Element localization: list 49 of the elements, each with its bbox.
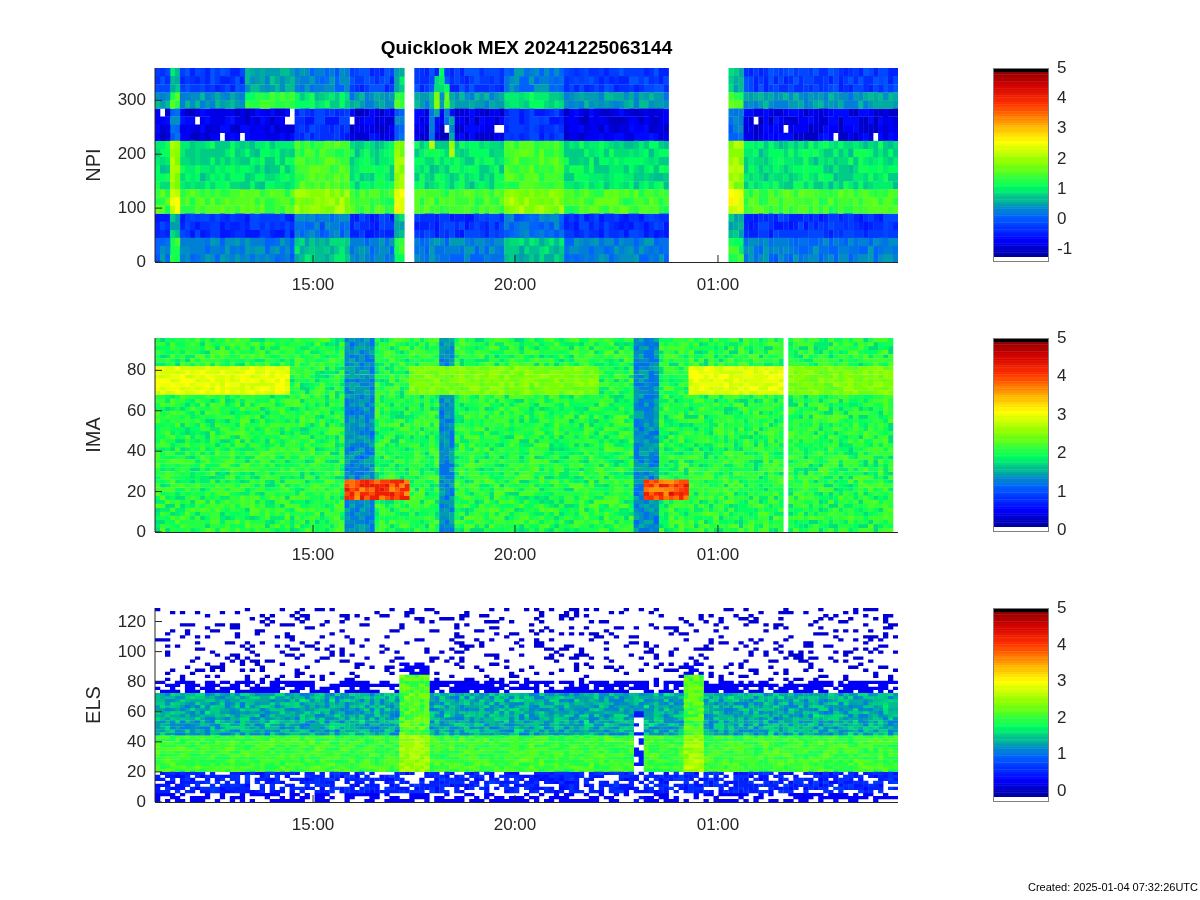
y-tick-label: 300 bbox=[117, 91, 146, 110]
y-tick-label: 80 bbox=[127, 361, 146, 380]
y-axis-label: ELS bbox=[82, 686, 104, 724]
x-tick-label: 20:00 bbox=[493, 276, 537, 294]
colorbar-tick-label: 5 bbox=[1057, 599, 1067, 617]
colorbar-tick-label: 0 bbox=[1057, 521, 1067, 540]
y-axis-label: NPI bbox=[82, 148, 104, 182]
y-tick-label: 20 bbox=[127, 762, 146, 781]
colorbar-tick-label: 2 bbox=[1057, 708, 1067, 727]
x-tick-label: 20:00 bbox=[493, 546, 537, 564]
y-tick-label: 0 bbox=[136, 253, 146, 271]
colorbar-tick-label: 5 bbox=[1057, 59, 1067, 77]
y-tick-label: 100 bbox=[117, 199, 146, 218]
x-tick-label: 15:00 bbox=[291, 276, 335, 294]
colorbar-tick-label: 4 bbox=[1057, 89, 1067, 108]
y-tick-label: 40 bbox=[127, 732, 146, 751]
y-tick-label: 20 bbox=[127, 482, 146, 501]
colorbar-tick-label: -1 bbox=[1057, 240, 1073, 259]
y-tick-label: 40 bbox=[127, 442, 146, 461]
chart-title: Quicklook MEX 20241225063144 bbox=[380, 36, 673, 60]
colorbar-tick-label: 3 bbox=[1057, 672, 1067, 691]
y-tick-label: 0 bbox=[136, 523, 146, 541]
colorbar-tick-label: 3 bbox=[1057, 405, 1067, 424]
colorbar-tick-label: 4 bbox=[1057, 367, 1067, 386]
colorbar-tick-label: 2 bbox=[1057, 149, 1067, 168]
x-tick-label: 20:00 bbox=[493, 816, 537, 834]
y-tick-label: 200 bbox=[117, 145, 146, 164]
y-tick-label: 60 bbox=[127, 401, 146, 420]
y-tick-label: 100 bbox=[117, 642, 146, 661]
colorbar-tick-label: 1 bbox=[1057, 745, 1067, 764]
colorbar-tick-label: 1 bbox=[1057, 179, 1067, 198]
colorbar-tick-label: 5 bbox=[1057, 329, 1067, 347]
x-tick-label: 15:00 bbox=[291, 816, 335, 834]
x-tick-label: 01:00 bbox=[696, 816, 740, 834]
colorbar-tick-label: 2 bbox=[1057, 444, 1067, 463]
created-timestamp: Created: 2025-01-04 07:32:26UTC bbox=[1028, 881, 1198, 893]
colorbar-tick-label: 4 bbox=[1057, 635, 1067, 654]
x-tick-label: 01:00 bbox=[696, 276, 740, 294]
colorbar-tick-label: 1 bbox=[1057, 482, 1067, 501]
colorbar-tick-label: 0 bbox=[1057, 210, 1067, 229]
y-tick-label: 80 bbox=[127, 672, 146, 691]
y-tick-label: 0 bbox=[136, 793, 146, 811]
y-axis-label: IMA bbox=[82, 417, 104, 453]
y-tick-label: 60 bbox=[127, 702, 146, 721]
y-tick-label: 120 bbox=[117, 612, 146, 631]
x-tick-label: 01:00 bbox=[696, 546, 740, 564]
colorbar-tick-label: 3 bbox=[1057, 119, 1067, 138]
x-tick-label: 15:00 bbox=[291, 546, 335, 564]
colorbar-tick-label: 0 bbox=[1057, 782, 1067, 800]
